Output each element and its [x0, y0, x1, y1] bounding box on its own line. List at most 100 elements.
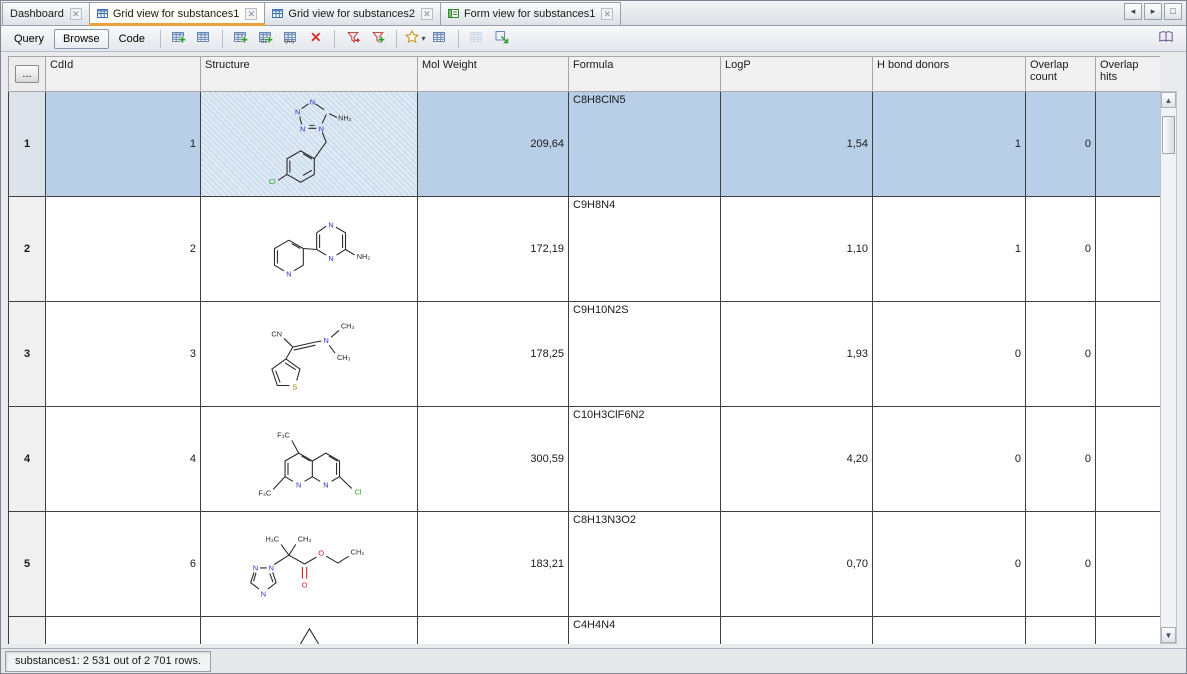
- cell-overlap-hits[interactable]: [1096, 407, 1161, 512]
- add-row-clipboard-button[interactable]: CL: [254, 28, 278, 50]
- cell-h-bond-donors[interactable]: 0: [873, 512, 1026, 617]
- cell-cdid[interactable]: 6: [46, 512, 201, 617]
- cell-h-bond-donors[interactable]: 1: [873, 92, 1026, 197]
- tab-grid-view-for-substances2[interactable]: Grid view for substances2✕: [265, 2, 441, 25]
- tab-close-icon[interactable]: ✕: [601, 8, 613, 20]
- cell-h-bond-donors[interactable]: [873, 617, 1026, 645]
- column-header-formula[interactable]: Formula: [569, 57, 721, 92]
- cell-formula[interactable]: C10H3ClF6N2: [569, 407, 721, 512]
- cell-logp[interactable]: 1,10: [721, 197, 873, 302]
- column-header-h-bond-donors[interactable]: H bond donors: [873, 57, 1026, 92]
- cell-mol-weight[interactable]: 178,25: [418, 302, 569, 407]
- cell-logp[interactable]: 1,93: [721, 302, 873, 407]
- cell-formula[interactable]: C4H4N4: [569, 617, 721, 645]
- cell-mol-weight[interactable]: 183,21: [418, 512, 569, 617]
- cell-logp[interactable]: 4,20: [721, 407, 873, 512]
- new-data-tree-button[interactable]: [167, 28, 191, 50]
- cell-formula[interactable]: C8H13N3O2: [569, 512, 721, 617]
- cell-overlap-count[interactable]: [1026, 617, 1096, 645]
- tab-close-icon[interactable]: ✕: [70, 8, 82, 20]
- table-row[interactable]: 22 172,19C9H8N41,1010: [9, 197, 1161, 302]
- column-header-overlap-count[interactable]: Overlap count: [1026, 57, 1096, 92]
- tab-close-icon[interactable]: ✕: [421, 8, 433, 20]
- cell-structure[interactable]: [201, 617, 418, 645]
- cell-overlap-count[interactable]: 0: [1026, 407, 1096, 512]
- cell-structure[interactable]: [201, 302, 418, 407]
- cell-formula[interactable]: C8H8ClN5: [569, 92, 721, 197]
- table-row[interactable]: 44300,59C10H3ClF6N24,2000: [9, 407, 1161, 512]
- table-row[interactable]: 56183,21C8H13N3O20,7000: [9, 512, 1161, 617]
- cell-logp[interactable]: 0,70: [721, 512, 873, 617]
- table-row[interactable]: 6 C4H4N4: [9, 617, 1161, 645]
- mode-code-button[interactable]: Code: [110, 29, 154, 49]
- tab-close-icon[interactable]: ✕: [245, 8, 257, 20]
- delete-rows-button[interactable]: [304, 28, 328, 50]
- cell-overlap-hits[interactable]: [1096, 197, 1161, 302]
- table-row[interactable]: 11209,64C8H8ClN51,5410: [9, 92, 1161, 197]
- column-header-cdid[interactable]: CdId: [46, 57, 201, 92]
- tab-form-view-for-substances1[interactable]: Form view for substances1✕: [441, 2, 621, 25]
- table-options-button[interactable]: ...: [15, 65, 39, 83]
- row-number-cell[interactable]: 2: [9, 197, 46, 302]
- row-number-cell[interactable]: 6: [9, 617, 46, 645]
- cell-formula[interactable]: C9H8N4: [569, 197, 721, 302]
- cell-logp[interactable]: 1,54: [721, 92, 873, 197]
- compare-views-button[interactable]: [465, 28, 489, 50]
- cell-mol-weight[interactable]: 209,64: [418, 92, 569, 197]
- cell-structure[interactable]: [201, 512, 418, 617]
- workspace-book-button[interactable]: [1154, 28, 1178, 50]
- scrollbar-track[interactable]: [1161, 108, 1176, 627]
- new-query-button[interactable]: [366, 28, 390, 50]
- scroll-down-button[interactable]: ▼: [1161, 627, 1176, 643]
- cell-formula[interactable]: C9H10N2S: [569, 302, 721, 407]
- cell-mol-weight[interactable]: 300,59: [418, 407, 569, 512]
- maximize-window-button[interactable]: □: [1164, 3, 1182, 20]
- cell-mol-weight[interactable]: [418, 617, 569, 645]
- tab-scroll-right-button[interactable]: ▸: [1144, 3, 1162, 20]
- cell-cdid[interactable]: 1: [46, 92, 201, 197]
- cell-overlap-hits[interactable]: [1096, 302, 1161, 407]
- cell-overlap-hits[interactable]: [1096, 92, 1161, 197]
- scrollbar-thumb[interactable]: [1162, 116, 1175, 154]
- run-query-button[interactable]: [341, 28, 365, 50]
- column-header-logp[interactable]: LogP: [721, 57, 873, 92]
- tab-dashboard[interactable]: Dashboard✕: [2, 2, 90, 25]
- cell-logp[interactable]: [721, 617, 873, 645]
- tab-grid-view-for-substances1[interactable]: Grid view for substances1✕: [90, 2, 266, 25]
- favorites-star-button[interactable]: ▾: [403, 28, 427, 50]
- cell-overlap-count[interactable]: 0: [1026, 512, 1096, 617]
- cell-structure[interactable]: [201, 92, 418, 197]
- cell-overlap-hits[interactable]: [1096, 512, 1161, 617]
- cell-structure[interactable]: [201, 407, 418, 512]
- vertical-scrollbar[interactable]: ▲ ▼: [1160, 91, 1177, 644]
- cell-h-bond-donors[interactable]: 1: [873, 197, 1026, 302]
- cell-overlap-count[interactable]: 0: [1026, 197, 1096, 302]
- column-header-overlap-hits[interactable]: Overlap hits: [1096, 57, 1161, 92]
- cell-cdid[interactable]: [46, 617, 201, 645]
- row-number-cell[interactable]: 1: [9, 92, 46, 197]
- cell-overlap-count[interactable]: 0: [1026, 302, 1096, 407]
- row-number-cell[interactable]: 5: [9, 512, 46, 617]
- data-tree-list-button[interactable]: [192, 28, 216, 50]
- row-number-cell[interactable]: 4: [9, 407, 46, 512]
- column-header-structure[interactable]: Structure: [201, 57, 418, 92]
- tab-scroll-left-button[interactable]: ◂: [1124, 3, 1142, 20]
- export-data-button[interactable]: [490, 28, 514, 50]
- view-options-button[interactable]: [428, 28, 452, 50]
- cell-cdid[interactable]: 2: [46, 197, 201, 302]
- cell-mol-weight[interactable]: 172,19: [418, 197, 569, 302]
- cell-structure[interactable]: [201, 197, 418, 302]
- add-row-button[interactable]: [229, 28, 253, 50]
- cell-h-bond-donors[interactable]: 0: [873, 407, 1026, 512]
- cell-h-bond-donors[interactable]: 0: [873, 302, 1026, 407]
- cell-overlap-hits[interactable]: [1096, 617, 1161, 645]
- cell-overlap-count[interactable]: 0: [1026, 92, 1096, 197]
- column-header-mol-weight[interactable]: Mol Weight: [418, 57, 569, 92]
- cell-cdid[interactable]: 3: [46, 302, 201, 407]
- table-row[interactable]: 33178,25C9H10N2S1,9300: [9, 302, 1161, 407]
- scroll-up-button[interactable]: ▲: [1161, 92, 1176, 108]
- mode-browse-button[interactable]: Browse: [54, 29, 109, 49]
- mode-query-button[interactable]: Query: [5, 29, 53, 49]
- merge-rows-button[interactable]: 8+0: [279, 28, 303, 50]
- row-number-cell[interactable]: 3: [9, 302, 46, 407]
